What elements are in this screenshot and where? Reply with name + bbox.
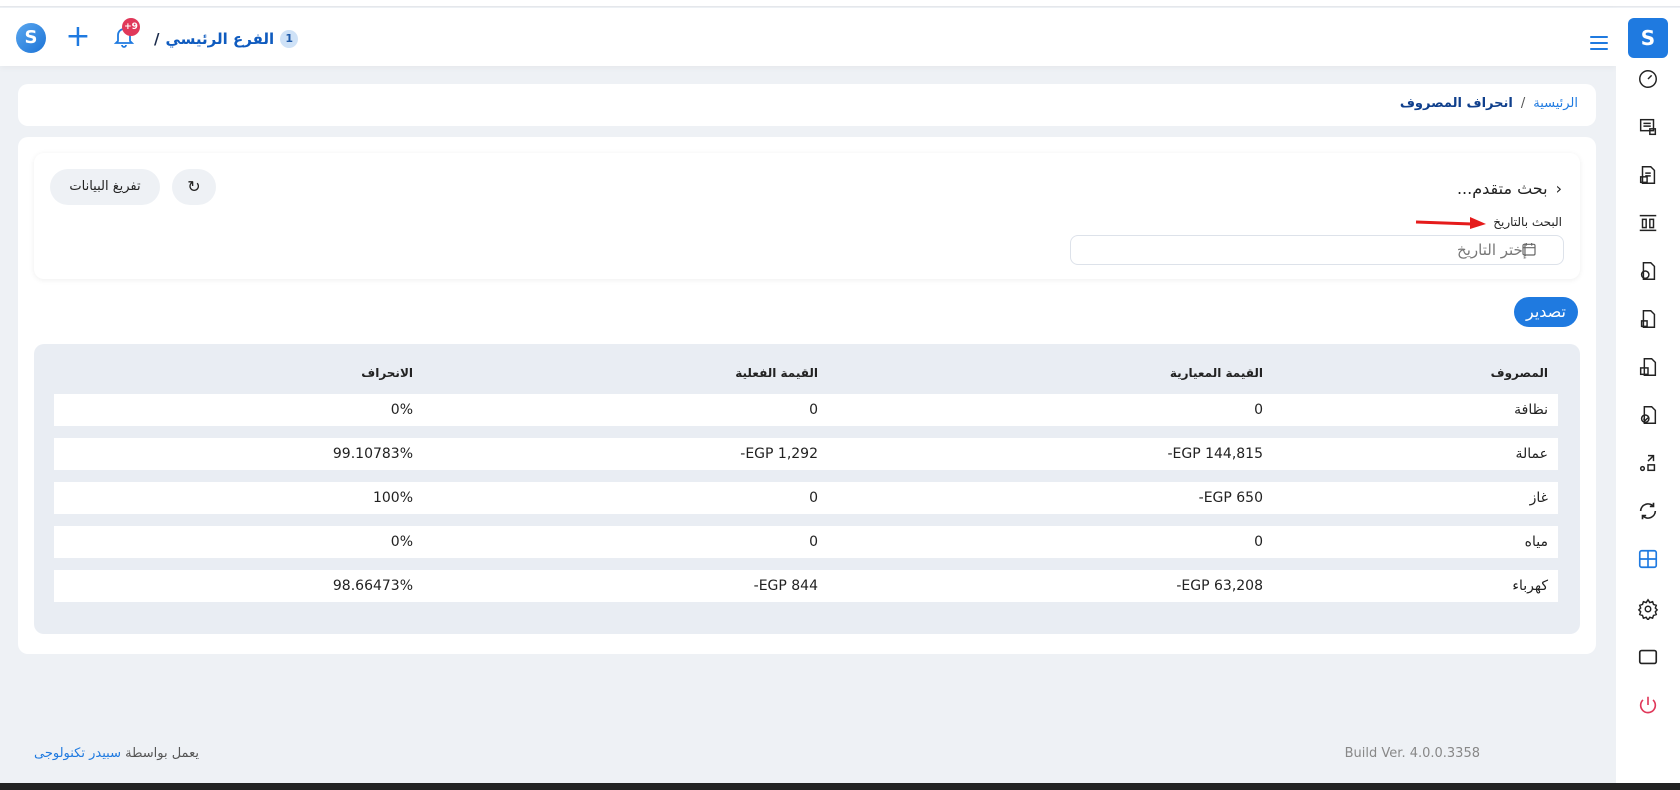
columns-icon[interactable]	[1636, 212, 1660, 236]
dashboard-icon[interactable]	[1636, 68, 1660, 92]
cell-expense: نظافة	[1514, 402, 1548, 418]
advanced-search-title: بحث متقدم...	[1456, 179, 1548, 198]
cell-deviation: 99.10783%	[332, 446, 413, 462]
invoice-icon[interactable]	[1636, 164, 1660, 188]
cell-actual-value: EGP 1,292-	[740, 446, 818, 462]
notification-badge: +9	[122, 18, 140, 36]
header-expense: المصروف	[1490, 366, 1548, 380]
date-search-label: البحث بالتاريخ	[1493, 215, 1562, 229]
cell-deviation: 0%	[390, 402, 413, 418]
main-card: ‹ بحث متقدم... البحث بالتاريخ إختر التار…	[18, 137, 1596, 654]
cell-deviation: 0%	[390, 534, 413, 550]
breadcrumb-separator: /	[1520, 96, 1526, 111]
cell-deviation: 98.66473%	[332, 578, 413, 594]
sync-icon[interactable]	[1636, 500, 1660, 524]
header-standard-value: القيمة المعيارية	[1169, 366, 1263, 380]
advanced-search-toggle[interactable]: ‹ بحث متقدم...	[1457, 179, 1562, 198]
breadcrumb-current: انحراف المصروف	[1399, 96, 1513, 111]
refresh-icon[interactable]: ↻	[172, 169, 216, 205]
cell-actual-value: 0	[809, 534, 818, 550]
sidebar: S	[1616, 8, 1680, 783]
table-row: كهرباء EGP 63,208- EGP 844- 98.66473%	[54, 570, 1558, 602]
power-icon[interactable]	[1636, 694, 1660, 718]
date-picker-input[interactable]: إختر التاريخ	[1070, 235, 1564, 265]
breadcrumb-home[interactable]: الرئيسية	[1533, 96, 1578, 111]
app-logo[interactable]: S	[16, 23, 46, 53]
cell-actual-value: EGP 844-	[753, 578, 818, 594]
calendar-icon	[1522, 243, 1536, 256]
branch-selector[interactable]: 1 الفرع الرئيسي /	[154, 28, 299, 50]
cell-standard-value: EGP 63,208-	[1176, 578, 1263, 594]
screen-icon[interactable]	[1636, 646, 1660, 670]
clear-data-button[interactable]: تفريغ البيانات	[50, 169, 160, 205]
branch-name: الفرع الرئيسي	[165, 30, 275, 48]
cell-standard-value: EGP 650-	[1198, 490, 1263, 506]
table-row: مياه 0 0 0%	[54, 526, 1558, 558]
branch-separator: /	[154, 30, 160, 48]
export-button[interactable]: تصدير	[1514, 297, 1578, 327]
cell-deviation: 100%	[372, 490, 413, 506]
table-row: غاز EGP 650- 0 100%	[54, 482, 1558, 514]
cell-expense: غاز	[1529, 490, 1548, 506]
chevron-left-icon: ‹	[1555, 179, 1562, 198]
hamburger-menu-icon[interactable]	[1590, 36, 1608, 50]
cell-actual-value: 0	[809, 490, 818, 506]
powered-by-text: يعمل بواسطة	[125, 746, 199, 761]
delivery-icon[interactable]	[1636, 452, 1660, 476]
inventory-file-icon[interactable]	[1636, 356, 1660, 380]
cell-expense: عمالة	[1515, 446, 1548, 462]
table-row: عمالة EGP 144,815- EGP 1,292- 99.10783%	[54, 438, 1558, 470]
top-edge	[0, 0, 1680, 7]
cell-expense: كهرباء	[1512, 578, 1548, 594]
table-header: المصروف القيمة المعيارية القيمة الفعلية …	[54, 360, 1558, 390]
annotation-arrow	[1415, 217, 1486, 229]
sidebar-logo[interactable]: S	[1628, 18, 1668, 58]
taskbar-edge	[0, 783, 1680, 790]
breadcrumb-card: الرئيسية / انحراف المصروف	[18, 84, 1596, 126]
pos-icon[interactable]	[1636, 116, 1660, 140]
company-link[interactable]: سبيدر تكنولوجى	[34, 746, 121, 761]
document-icon[interactable]	[1636, 308, 1660, 332]
breadcrumb: الرئيسية / انحراف المصروف	[1400, 96, 1578, 111]
settings-icon[interactable]	[1636, 598, 1660, 622]
advanced-search-panel: ‹ بحث متقدم... البحث بالتاريخ إختر التار…	[34, 153, 1580, 279]
cell-standard-value: 0	[1254, 534, 1263, 550]
table-row: نظافة 0 0 0%	[54, 394, 1558, 426]
expense-deviation-table: المصروف القيمة المعيارية القيمة الفعلية …	[34, 344, 1580, 634]
layout-icon[interactable]	[1636, 548, 1660, 572]
footer-powered-by: يعمل بواسطة سبيدر تكنولوجى	[34, 746, 199, 761]
cell-expense: مياه	[1524, 534, 1548, 550]
cell-standard-value: 0	[1254, 402, 1263, 418]
branch-count-badge: 1	[280, 30, 299, 48]
payment-file-icon[interactable]	[1636, 260, 1660, 284]
cell-actual-value: 0	[809, 402, 818, 418]
approved-file-icon[interactable]	[1636, 404, 1660, 428]
cell-standard-value: EGP 144,815-	[1167, 446, 1263, 462]
date-placeholder: إختر التاريخ	[1457, 241, 1527, 259]
header-deviation: الانحراف	[361, 366, 413, 380]
add-icon[interactable]: +	[62, 22, 94, 54]
header-actual-value: القيمة الفعلية	[735, 366, 818, 380]
build-version: Build Ver. 4.0.0.3358	[1344, 746, 1480, 761]
top-header: S + +9 1 الفرع الرئيسي /	[0, 8, 1616, 66]
